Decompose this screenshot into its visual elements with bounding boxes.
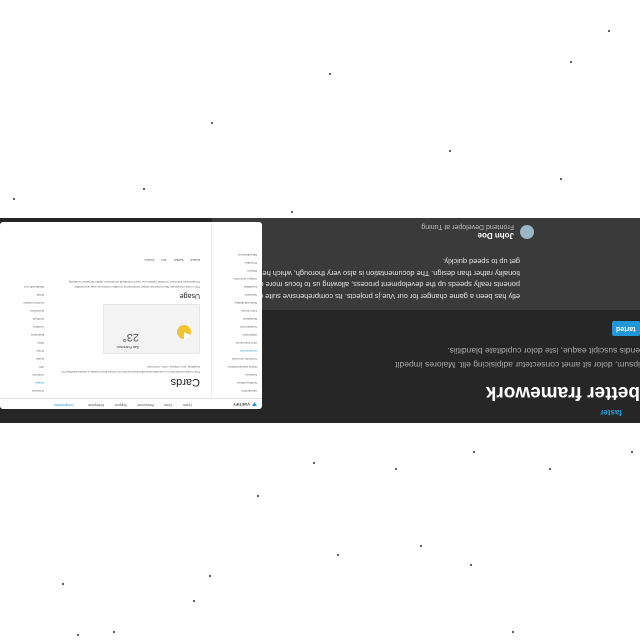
sidebar-item[interactable]: Features (245, 373, 257, 377)
sidebar-item[interactable]: Miscellaneous (238, 253, 257, 257)
sidebar-item[interactable]: Data and display (235, 301, 257, 305)
get-started-button[interactable]: tarted (612, 321, 640, 336)
toc-item[interactable]: Slots (37, 341, 44, 345)
toc-item[interactable]: Grids (37, 293, 44, 297)
sidebar-item[interactable]: Common concepts (232, 357, 257, 361)
toc-item[interactable]: Outlined (33, 317, 44, 321)
toc-item[interactable]: Custom actions (23, 301, 44, 305)
sidebar-item[interactable]: Providers (244, 261, 257, 265)
demo-tabs: Default Subtitle Text Actions (145, 258, 200, 262)
page-description: The v-card component is a versatile and … (61, 365, 200, 375)
sidebar-item[interactable]: Components (240, 349, 257, 353)
hero-lead: ipsum, dolor sit amet consectetur adipis… (395, 346, 640, 370)
toc-item[interactable]: Loading (33, 325, 44, 329)
card-value: 23° (122, 331, 139, 343)
tab-default[interactable]: Default (190, 258, 200, 262)
tab-subtitle[interactable]: Subtitle (174, 258, 184, 262)
toc-item[interactable]: Guide (36, 357, 44, 361)
demo-card: San Francisco 23° (103, 304, 200, 354)
screenshot-sidebar: Introduction Getting started Features St… (211, 222, 262, 399)
usage-title: Usage (179, 292, 200, 299)
toc-item[interactable]: API (39, 365, 44, 369)
toc-item[interactable]: Examples (31, 333, 44, 337)
sidebar-item[interactable]: All Components (236, 341, 257, 345)
sidebar-item[interactable]: Application (242, 333, 257, 337)
toc-item[interactable]: Horizontal (30, 309, 44, 313)
nav-resources[interactable]: Resources (137, 403, 154, 407)
sidebar-item[interactable]: Navigation (243, 317, 257, 321)
page-title: Cards (170, 376, 200, 388)
hero-headline: better framework (485, 382, 640, 403)
tab-actions[interactable]: Actions (145, 258, 155, 262)
sidebar-item[interactable]: Styles and animations (228, 365, 257, 369)
nav-docs[interactable]: Docs (164, 403, 172, 407)
toc-item: Contents (31, 389, 44, 393)
product-screenshot: VUETIFY Learn Docs Resources Support Ent… (0, 222, 262, 409)
tab-text[interactable]: Text (161, 258, 167, 262)
toc-item[interactable]: Props (36, 349, 44, 353)
sidebar-item[interactable]: Feedback (244, 285, 257, 289)
author-role: Frontend Developer at Tuning (421, 223, 514, 230)
toc-item[interactable]: Anatomy (32, 373, 44, 377)
usage-description: The v-card component has numerous helper… (68, 280, 200, 290)
testimonial-quote: etly has been a game changer for our Vue… (248, 257, 520, 302)
toc-item[interactable]: Media with text (24, 285, 44, 289)
nav-components[interactable]: Components (54, 403, 74, 407)
card-label: San Francisco (116, 345, 139, 349)
sidebar-item[interactable]: Introduction (241, 389, 257, 393)
nav-learn[interactable]: Learn (183, 403, 192, 407)
screenshot-main: Cards The v-card component is a versatil… (50, 222, 210, 399)
toc-item[interactable]: Usage (35, 381, 44, 385)
sidebar-item[interactable]: Images and icons (233, 277, 257, 281)
nav-support[interactable]: Support (115, 403, 127, 407)
screenshot-brand: VUETIFY (233, 402, 250, 407)
sidebar-item[interactable]: Getting started (237, 381, 257, 385)
weather-icon (177, 325, 191, 339)
hero-banner: faster better framework ipsum, dolor sit… (0, 218, 640, 423)
avatar (520, 225, 534, 239)
sidebar-item[interactable]: Pickers (247, 269, 257, 273)
sidebar-item[interactable]: Form inputs (241, 309, 257, 313)
table-of-contents: Contents Usage Anatomy API Guide Props S… (0, 222, 46, 399)
nav-enterprise[interactable]: Enterprise (88, 403, 104, 407)
vuetify-logo-icon (252, 402, 257, 406)
sidebar-item[interactable]: Selection (245, 293, 257, 297)
sidebar-item[interactable]: Containment (240, 325, 257, 329)
screenshot-topbar: VUETIFY Learn Docs Resources Support Ent… (0, 398, 262, 409)
author-name: John Doe (477, 231, 514, 240)
hero-kicker: faster (600, 408, 622, 417)
testimonial-card: etly has been a game changer for our Vue… (212, 218, 640, 310)
